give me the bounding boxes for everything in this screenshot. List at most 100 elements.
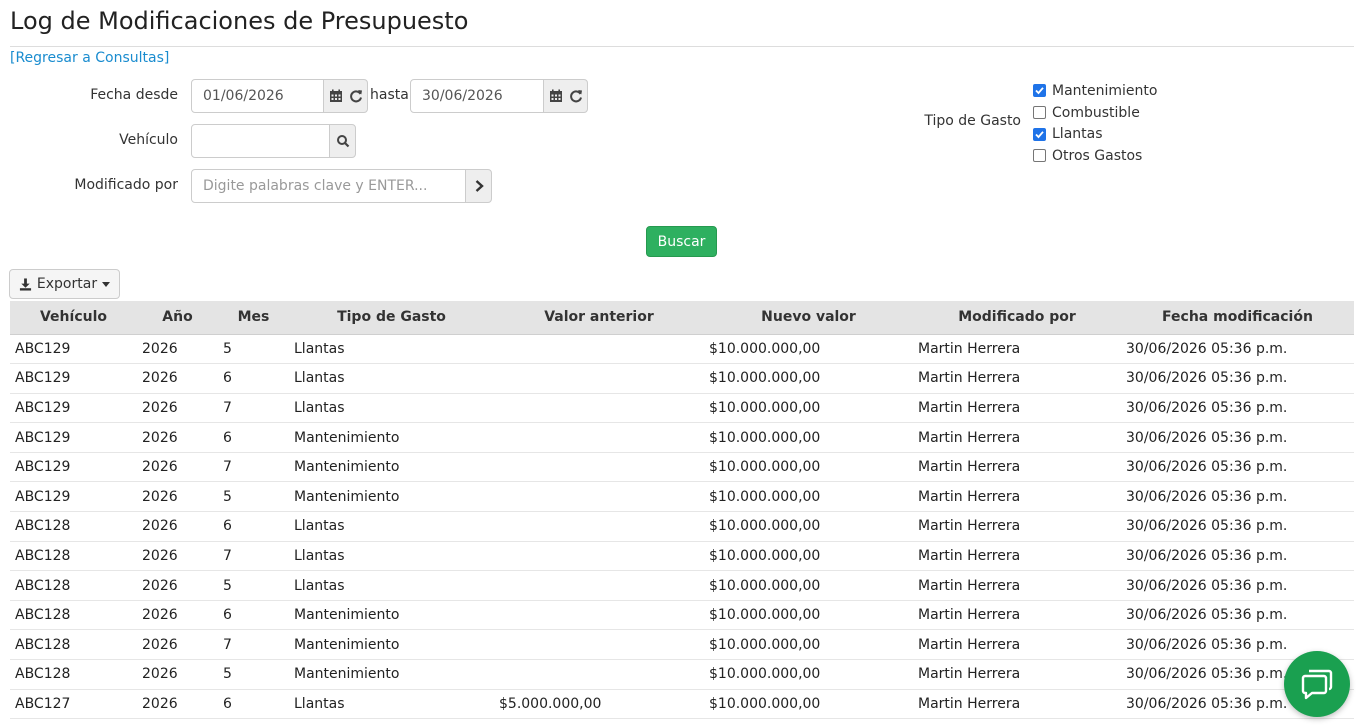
hasta-label: hasta <box>370 87 409 103</box>
column-header[interactable]: Vehículo <box>10 301 137 335</box>
table-cell: ABC129 <box>10 393 137 424</box>
column-header[interactable]: Mes <box>218 301 289 335</box>
chat-icon <box>1301 669 1333 700</box>
table-row: ABC128 2026 5 Mantenimiento $10.000.000,00 Ma… <box>10 659 1354 690</box>
table-cell: 30/06/2026 05:36 p.m. <box>1121 393 1354 424</box>
table-cell: Martin Herrera <box>913 511 1121 542</box>
table-cell: 7 <box>218 541 289 572</box>
table-cell: Martin Herrera <box>913 481 1121 513</box>
table-cell: 2026 <box>137 511 218 542</box>
export-label: Exportar <box>36 276 98 292</box>
fecha-desde-label: Fecha desde <box>90 87 178 103</box>
table-cell <box>494 659 704 690</box>
table-cell: 2026 <box>137 689 218 720</box>
table-cell: 2026 <box>137 452 218 483</box>
tipo-gasto-option[interactable]: Mantenimiento <box>1033 80 1157 102</box>
table-cell: 30/06/2026 05:36 p.m. <box>1121 570 1354 601</box>
table-cell: ABC128 <box>10 570 137 601</box>
table-cell <box>494 541 704 572</box>
modifications-table: Vehículo Año Mes Tipo de Gasto Valor anterio… <box>10 301 1354 720</box>
download-icon <box>19 277 31 291</box>
table-cell: 30/06/2026 05:36 p.m. <box>1121 600 1354 631</box>
table-cell: 6 <box>218 363 289 394</box>
table-cell: Martin Herrera <box>913 629 1121 661</box>
table-cell: Martin Herrera <box>913 363 1121 394</box>
checkbox[interactable] <box>1033 106 1046 120</box>
refresh-icon[interactable] <box>349 89 363 103</box>
refresh-icon[interactable] <box>569 89 583 103</box>
table-cell: 2026 <box>137 393 218 424</box>
table-cell: ABC129 <box>10 452 137 483</box>
table-cell: $10.000.000,00 <box>704 422 913 453</box>
title-divider <box>10 46 1354 47</box>
table-row: ABC129 2026 6 Mantenimiento $10.000.000,00 Ma… <box>10 422 1354 453</box>
table-cell: Llantas <box>289 570 494 601</box>
table-cell <box>494 629 704 661</box>
table-cell: 30/06/2026 05:36 p.m. <box>1121 363 1354 394</box>
vehiculo-input[interactable] <box>191 124 330 158</box>
table-cell: Martin Herrera <box>913 541 1121 572</box>
table-cell: 6 <box>218 422 289 453</box>
checkbox[interactable] <box>1033 84 1046 98</box>
column-header[interactable]: Modificado por <box>913 301 1121 335</box>
table-cell <box>494 570 704 601</box>
table-cell: $5.000.000,00 <box>494 689 704 720</box>
table-cell: $10.000.000,00 <box>704 452 913 483</box>
table-cell: 30/06/2026 05:36 p.m. <box>1121 334 1354 365</box>
checkbox[interactable] <box>1033 149 1046 163</box>
table-body: ABC129 2026 5 Llantas $10.000.000,00 Martin H… <box>10 334 1354 720</box>
column-header[interactable]: Nuevo valor <box>704 301 913 335</box>
modificado-go-button[interactable] <box>465 169 492 203</box>
table-cell: 2026 <box>137 659 218 690</box>
calendar-icon[interactable] <box>329 89 343 103</box>
table-cell: Mantenimiento <box>289 659 494 690</box>
table-cell: 30/06/2026 05:36 p.m. <box>1121 481 1354 513</box>
table-cell: 2026 <box>137 334 218 365</box>
search-button[interactable]: Buscar <box>646 226 717 257</box>
table-cell: Llantas <box>289 393 494 424</box>
table-cell <box>494 511 704 542</box>
fecha-hasta-input[interactable] <box>410 79 544 113</box>
vehiculo-label: Vehículo <box>119 132 178 148</box>
table-row: ABC127 2026 6 Llantas $5.000.000,00 $10.000.0… <box>10 689 1354 720</box>
table-cell <box>494 481 704 513</box>
table-cell: Llantas <box>289 334 494 365</box>
fecha-desde-input[interactable] <box>191 79 324 113</box>
table-cell: ABC129 <box>10 363 137 394</box>
column-header[interactable]: Valor anterior <box>494 301 704 335</box>
search-icon <box>336 135 349 148</box>
tipo-gasto-option[interactable]: Otros Gastos <box>1033 145 1157 167</box>
table-cell: 2026 <box>137 363 218 394</box>
tipo-gasto-option[interactable]: Combustible <box>1033 102 1157 124</box>
export-dropdown-button[interactable]: Exportar <box>9 269 120 299</box>
calendar-icon[interactable] <box>549 89 563 103</box>
chat-button[interactable] <box>1284 651 1350 717</box>
table-cell: Mantenimiento <box>289 481 494 513</box>
checkbox[interactable] <box>1033 127 1046 141</box>
page-title: Log de Modificaciones de Presupuesto <box>10 7 469 35</box>
table-row: ABC128 2026 6 Llantas $10.000.000,00 Martin H… <box>10 511 1354 542</box>
table-cell: 30/06/2026 05:36 p.m. <box>1121 452 1354 483</box>
table-cell: Martin Herrera <box>913 422 1121 453</box>
table-cell: $10.000.000,00 <box>704 659 913 690</box>
table-row: ABC129 2026 5 Llantas $10.000.000,00 Martin H… <box>10 334 1354 365</box>
table-cell: 7 <box>218 393 289 424</box>
modificado-por-input[interactable] <box>191 169 466 203</box>
vehiculo-search-button[interactable] <box>329 124 356 158</box>
tipo-gasto-option[interactable]: Llantas <box>1033 123 1157 145</box>
column-header[interactable]: Tipo de Gasto <box>289 301 494 335</box>
table-cell: 2026 <box>137 481 218 513</box>
table-cell: 2026 <box>137 600 218 631</box>
table-cell: 2026 <box>137 570 218 601</box>
column-header[interactable]: Año <box>137 301 218 335</box>
table-row: ABC128 2026 5 Llantas $10.000.000,00 Martin H… <box>10 570 1354 601</box>
table-cell: 6 <box>218 689 289 720</box>
table-cell: Llantas <box>289 541 494 572</box>
back-to-queries-link[interactable]: [Regresar a Consultas] <box>10 50 169 66</box>
checkmark-icon <box>1035 87 1044 95</box>
table-cell: ABC128 <box>10 600 137 631</box>
checkbox-label: Llantas <box>1052 126 1103 143</box>
table-cell: $10.000.000,00 <box>704 570 913 601</box>
table-cell: $10.000.000,00 <box>704 334 913 365</box>
column-header[interactable]: Fecha modificación <box>1121 301 1354 335</box>
